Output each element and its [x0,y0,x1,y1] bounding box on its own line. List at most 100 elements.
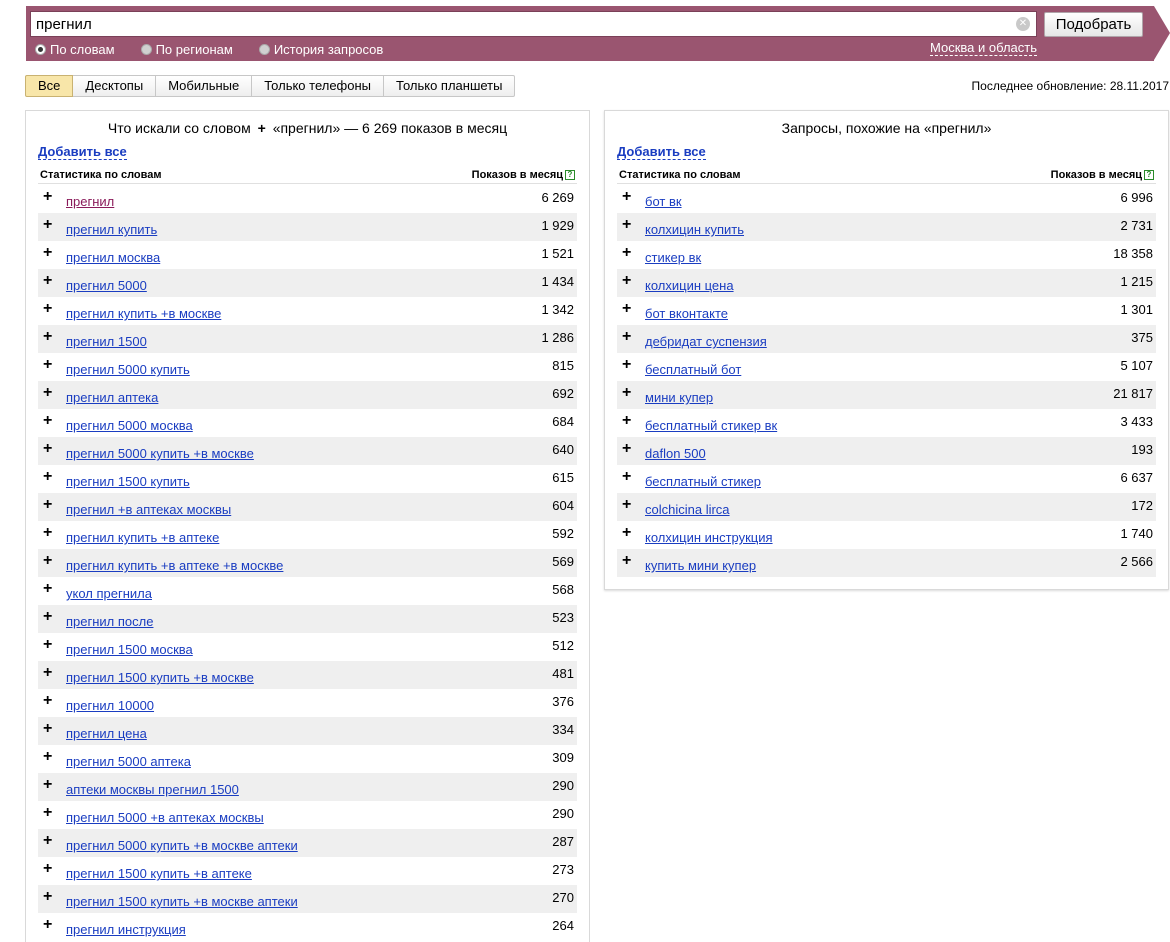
add-phrase-icon[interactable]: + [43,301,52,317]
add-phrase-icon[interactable]: + [622,469,631,485]
add-phrase-icon[interactable]: + [43,329,52,345]
add-phrase-icon[interactable]: + [43,385,52,401]
add-phrase-icon[interactable]: + [622,525,631,541]
phrase-link[interactable]: colchicina lirca [645,502,730,517]
phrase-link[interactable]: прегнил купить +в аптеке +в москве [66,558,283,573]
phrase-link[interactable]: прегнил 5000 аптека [66,754,191,769]
tab-tablets-only[interactable]: Только планшеты [384,75,516,97]
add-all-link[interactable]: Добавить все [617,145,706,160]
radio-icon[interactable] [35,43,46,55]
phrase-link[interactable]: бесплатный стикер [645,474,761,489]
phrase-link[interactable]: купить мини купер [645,558,756,573]
phrase-link[interactable]: прегнил 1500 [66,334,147,349]
tab-mobile[interactable]: Мобильные [156,75,253,97]
add-phrase-icon[interactable]: + [43,525,52,541]
phrase-link[interactable]: прегнил купить +в аптеке [66,530,219,545]
help-icon[interactable]: ? [1144,170,1154,180]
add-phrase-icon[interactable]: + [43,441,52,457]
add-phrase-icon[interactable]: + [43,581,52,597]
phrase-link[interactable]: прегнил 1500 купить +в москве [66,670,254,685]
phrase-link[interactable]: колхицин купить [645,222,744,237]
phrase-link[interactable]: прегнил цена [66,726,147,741]
add-phrase-icon[interactable]: + [43,833,52,849]
radio-icon[interactable] [258,43,270,55]
phrase-link[interactable]: daflon 500 [645,446,706,461]
add-phrase-icon[interactable]: + [43,245,52,261]
add-phrase-icon[interactable]: + [622,329,631,345]
add-phrase-icon[interactable]: + [43,273,52,289]
add-phrase-icon[interactable]: + [622,553,631,569]
add-phrase-icon[interactable]: + [43,861,52,877]
add-phrase-icon[interactable]: + [622,217,631,233]
phrase-link[interactable]: прегнил 5000 москва [66,418,193,433]
search-input[interactable] [36,14,1006,34]
add-phrase-icon[interactable]: + [622,273,631,289]
phrase-link[interactable]: прегнил после [66,614,153,629]
phrase-link[interactable]: прегнил 1500 купить [66,474,190,489]
add-phrase-icon[interactable]: + [43,637,52,653]
radio-icon[interactable] [140,43,152,55]
phrase-link[interactable]: бот вконтакте [645,306,728,321]
add-phrase-icon[interactable]: + [622,385,631,401]
add-all-link[interactable]: Добавить все [38,145,127,160]
add-phrase-icon[interactable]: + [622,357,631,373]
phrase-link[interactable]: прегнил инструкция [66,922,186,937]
region-link[interactable]: Москва и область [929,41,1037,56]
phrase-link[interactable]: бесплатный стикер вк [645,418,777,433]
add-phrase-icon[interactable]: + [43,777,52,793]
add-phrase-icon[interactable]: + [622,441,631,457]
clear-icon[interactable]: ✕ [1016,17,1030,31]
add-phrase-icon[interactable]: + [43,889,52,905]
phrase-link[interactable]: прегнил 1500 москва [66,642,193,657]
phrase-link[interactable]: прегнил 5000 купить [66,362,190,377]
phrase-link[interactable]: прегнил [66,194,114,209]
add-phrase-icon[interactable]: + [622,497,631,513]
phrase-link[interactable]: бесплатный бот [645,362,741,377]
add-phrase-icon[interactable]: + [43,917,52,933]
add-phrase-icon[interactable]: + [43,469,52,485]
phrase-link[interactable]: прегнил аптека [66,390,158,405]
phrase-link[interactable]: укол прегнила [66,586,152,601]
phrase-link[interactable]: прегнил купить [66,222,157,237]
add-phrase-icon[interactable]: + [43,357,52,373]
phrase-link[interactable]: прегнил купить +в москве [66,306,221,321]
tab-phones-only[interactable]: Только телефоны [252,75,385,97]
tab-desktops[interactable]: Десктопы [73,75,157,97]
phrase-link[interactable]: прегнил 1500 купить +в аптеке [66,866,252,881]
add-phrase-icon[interactable]: + [43,609,52,625]
search-box[interactable]: ✕ [30,11,1037,37]
add-phrase-icon[interactable]: + [43,805,52,821]
phrase-link[interactable]: мини купер [645,390,713,405]
add-phrase-icon[interactable]: + [622,189,631,205]
mode-history[interactable]: История запросов [258,42,383,57]
phrase-link[interactable]: колхицин инструкция [645,530,773,545]
help-icon[interactable]: ? [565,170,575,180]
add-phrase-icon[interactable]: + [43,749,52,765]
add-phrase-icon[interactable]: + [43,413,52,429]
phrase-link[interactable]: стикер вк [645,250,701,265]
phrase-link[interactable]: колхицин цена [645,278,734,293]
mode-by-regions[interactable]: По регионам [140,42,233,57]
mode-by-words[interactable]: По словам [35,42,115,57]
add-phrase-icon[interactable]: + [622,245,631,261]
phrase-link[interactable]: прегнил 5000 купить +в москве аптеки [66,838,298,853]
add-phrase-icon[interactable]: + [43,693,52,709]
add-phrase-icon[interactable]: + [43,497,52,513]
phrase-link[interactable]: прегнил +в аптеках москвы [66,502,231,517]
add-phrase-icon[interactable]: + [622,413,631,429]
phrase-link[interactable]: дебридат суспензия [645,334,767,349]
tab-all[interactable]: Все [25,75,74,97]
add-phrase-icon[interactable]: + [622,301,631,317]
phrase-link[interactable]: аптеки москвы прегнил 1500 [66,782,239,797]
add-phrase-icon[interactable]: + [43,553,52,569]
phrase-link[interactable]: прегнил 5000 +в аптеках москвы [66,810,264,825]
phrase-link[interactable]: прегнил 5000 купить +в москве [66,446,254,461]
phrase-link[interactable]: прегнил 1500 купить +в москве аптеки [66,894,298,909]
phrase-link[interactable]: бот вк [645,194,682,209]
pick-button[interactable]: Подобрать [1044,12,1143,37]
add-phrase-icon[interactable]: + [43,217,52,233]
add-phrase-icon[interactable]: + [43,665,52,681]
add-phrase-icon[interactable]: + [43,189,52,205]
phrase-link[interactable]: прегнил москва [66,250,160,265]
phrase-link[interactable]: прегнил 10000 [66,698,154,713]
